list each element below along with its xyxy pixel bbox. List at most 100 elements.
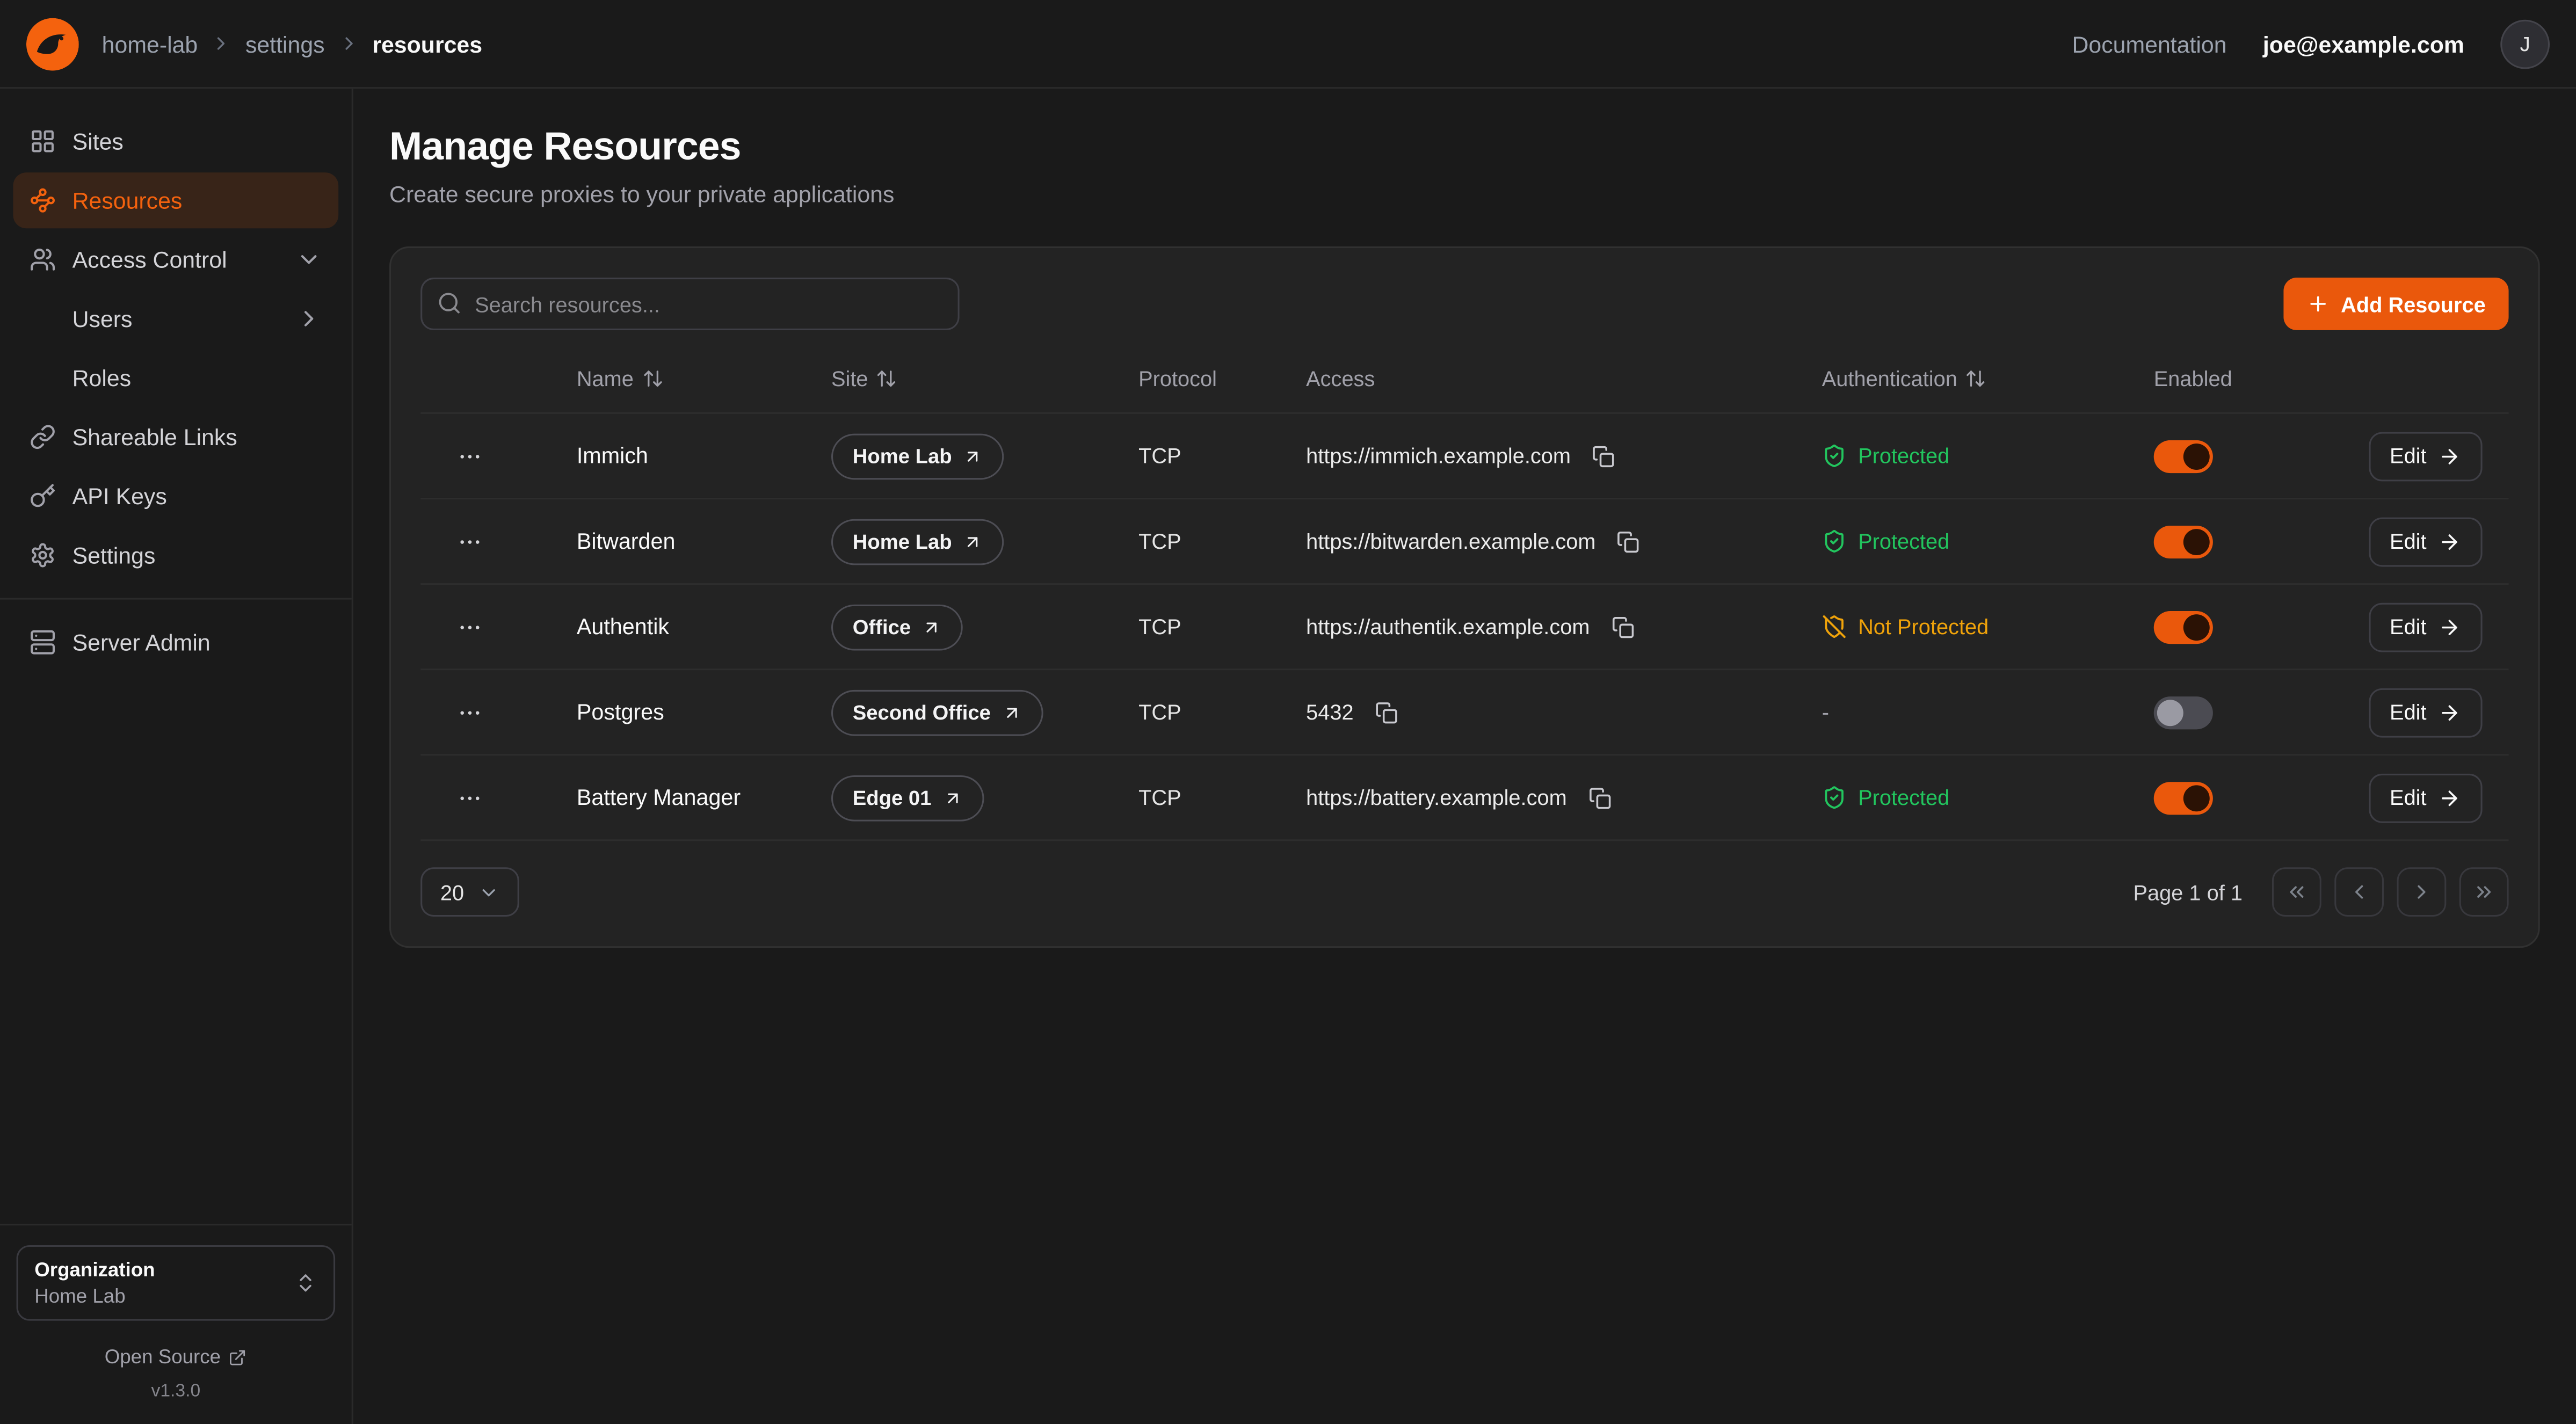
- copy-icon: [1375, 701, 1398, 724]
- arrow-up-right-icon: [1002, 702, 1022, 722]
- site-link[interactable]: Home Lab: [831, 518, 1005, 564]
- enabled-toggle[interactable]: [2154, 781, 2213, 814]
- site-label: Edge 01: [853, 786, 932, 809]
- sort-icon: [1965, 367, 1987, 389]
- resource-name: Authentik: [577, 614, 831, 639]
- open-source-link[interactable]: Open Source: [17, 1346, 336, 1369]
- row-actions-button[interactable]: [447, 604, 493, 650]
- site-link[interactable]: Home Lab: [831, 433, 1005, 479]
- enabled-toggle[interactable]: [2154, 696, 2213, 729]
- users-icon: [30, 246, 56, 273]
- site-link[interactable]: Edge 01: [831, 774, 984, 820]
- table-row: Bitwarden Home Lab TCP https://bitwarden…: [420, 498, 2508, 583]
- edit-button[interactable]: Edit: [2368, 602, 2482, 651]
- chevron-right-icon: [338, 33, 359, 54]
- resource-name: Immich: [577, 444, 831, 468]
- sidebar-item-roles[interactable]: Roles: [13, 350, 338, 406]
- arrow-up-right-icon: [963, 446, 983, 466]
- row-actions-button[interactable]: [447, 433, 493, 479]
- app-logo-icon[interactable]: [26, 17, 79, 70]
- sidebar-bottom: Organization Home Lab Open Source v1.3.0: [0, 1224, 352, 1424]
- auth-status: Not Protected: [1822, 614, 1989, 639]
- site-link[interactable]: Second Office: [831, 689, 1043, 735]
- breadcrumb-org[interactable]: home-lab: [102, 31, 198, 57]
- sidebar-item-label: Server Admin: [72, 629, 211, 656]
- sidebar-item-resources[interactable]: Resources: [13, 172, 338, 228]
- avatar[interactable]: J: [2500, 19, 2550, 68]
- access-url: 5432: [1306, 700, 1353, 724]
- access-url: https://authentik.example.com: [1306, 614, 1590, 639]
- sidebar-item-label: Settings: [72, 542, 156, 569]
- edit-button[interactable]: Edit: [2368, 687, 2482, 737]
- copy-button[interactable]: [1586, 438, 1622, 474]
- sidebar-item-api-keys[interactable]: API Keys: [13, 468, 338, 524]
- edit-button[interactable]: Edit: [2368, 431, 2482, 481]
- site-link[interactable]: Office: [831, 604, 963, 650]
- enabled-toggle[interactable]: [2154, 439, 2213, 472]
- arrow-right-icon: [2438, 530, 2461, 553]
- table-row: Immich Home Lab TCP https://immich.examp…: [420, 412, 2508, 498]
- header-access: Access: [1306, 366, 1822, 390]
- row-actions-button[interactable]: [447, 689, 493, 735]
- organization-selector[interactable]: Organization Home Lab: [17, 1245, 336, 1321]
- enabled-toggle[interactable]: [2154, 525, 2213, 557]
- copy-button[interactable]: [1368, 694, 1404, 730]
- sidebar-item-label: Sites: [72, 128, 124, 155]
- header-site-label: Site: [831, 366, 868, 390]
- sidebar-item-shareable-links[interactable]: Shareable Links: [13, 409, 338, 465]
- sort-site-button[interactable]: Site: [831, 366, 898, 390]
- documentation-link[interactable]: Documentation: [2072, 31, 2226, 57]
- access-url: https://battery.example.com: [1306, 785, 1567, 810]
- arrow-up-right-icon: [963, 532, 983, 551]
- sidebar-item-settings[interactable]: Settings: [13, 527, 338, 583]
- sidebar-item-sites[interactable]: Sites: [13, 113, 338, 169]
- arrow-right-icon: [2438, 615, 2461, 638]
- header-name-label: Name: [577, 366, 634, 390]
- breadcrumb-current[interactable]: resources: [372, 31, 482, 57]
- auth-label: Protected: [1858, 785, 1949, 810]
- sort-authentication-button[interactable]: Authentication: [1822, 366, 1987, 390]
- copy-button[interactable]: [1581, 780, 1617, 816]
- header-enabled-label: Enabled: [2154, 366, 2232, 390]
- sort-icon: [642, 367, 663, 389]
- app-root: home-lab settings resources Documentatio…: [0, 0, 2576, 1424]
- resource-name: Postgres: [577, 700, 831, 724]
- previous-page-button[interactable]: [2334, 867, 2384, 917]
- external-link-icon: [229, 1348, 247, 1366]
- enabled-toggle[interactable]: [2154, 611, 2213, 643]
- next-page-button[interactable]: [2397, 867, 2447, 917]
- chevron-right-icon: [211, 33, 233, 54]
- shield-check-icon: [1822, 444, 1847, 468]
- version-label: v1.3.0: [17, 1382, 336, 1401]
- arrow-right-icon: [2438, 445, 2461, 468]
- sidebar-item-server-admin[interactable]: Server Admin: [13, 614, 338, 670]
- add-resource-button[interactable]: Add Resource: [2283, 278, 2509, 330]
- chevron-right-icon: [2410, 881, 2433, 904]
- search-box: [420, 278, 959, 330]
- sort-name-button[interactable]: Name: [577, 366, 663, 390]
- search-input[interactable]: [420, 278, 959, 330]
- toggle-knob: [2183, 528, 2210, 555]
- breadcrumb: home-lab settings resources: [102, 31, 482, 57]
- sidebar-item-users[interactable]: Users: [13, 290, 338, 346]
- copy-icon: [1592, 445, 1615, 468]
- first-page-button[interactable]: [2272, 867, 2321, 917]
- breadcrumb-settings[interactable]: settings: [245, 31, 325, 57]
- sidebar-item-label: Resources: [72, 187, 183, 214]
- copy-button[interactable]: [1605, 608, 1641, 644]
- page-size-select[interactable]: 20: [420, 867, 520, 917]
- resource-name: Battery Manager: [577, 785, 831, 810]
- row-actions-button[interactable]: [447, 774, 493, 820]
- row-actions-button[interactable]: [447, 518, 493, 564]
- last-page-button[interactable]: [2459, 867, 2509, 917]
- user-email[interactable]: joe@example.com: [2263, 31, 2464, 57]
- toggle-knob: [2183, 614, 2210, 640]
- protocol-value: TCP: [1138, 785, 1306, 810]
- sidebar-item-access-control[interactable]: Access Control: [13, 231, 338, 287]
- copy-button[interactable]: [1610, 523, 1646, 559]
- auth-status: Protected: [1822, 444, 1950, 468]
- table-body: Immich Home Lab TCP https://immich.examp…: [420, 412, 2508, 841]
- header-name: Name: [577, 366, 831, 390]
- edit-button[interactable]: Edit: [2368, 773, 2482, 822]
- edit-button[interactable]: Edit: [2368, 517, 2482, 566]
